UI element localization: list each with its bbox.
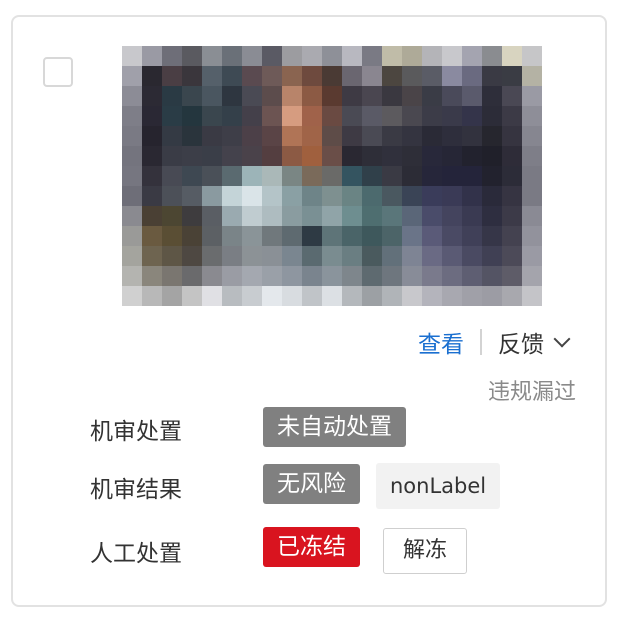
chevron-down-icon — [553, 330, 571, 348]
feedback-dropdown[interactable]: 反馈 — [498, 325, 571, 359]
content-thumbnail[interactable] — [122, 46, 542, 306]
machine-result-label: 机审结果 — [90, 477, 182, 503]
frozen-status-tag: 已冻结 — [263, 527, 360, 567]
machine-disposal-label: 机审处置 — [90, 419, 182, 445]
select-checkbox[interactable] — [43, 57, 73, 87]
machine-label-tag: nonLabel — [376, 463, 501, 509]
card-actions: 查看 反馈 — [418, 325, 571, 359]
manual-disposal-label: 人工处置 — [90, 541, 182, 567]
unfreeze-button[interactable]: 解冻 — [383, 528, 467, 574]
feedback-label: 反馈 — [498, 332, 544, 358]
view-link[interactable]: 查看 — [418, 325, 464, 359]
violation-missed-link[interactable]: 违规漏过 — [488, 374, 576, 406]
machine-result-tag: 无风险 — [263, 464, 360, 504]
divider — [480, 329, 482, 355]
machine-disposal-tag: 未自动处置 — [263, 407, 406, 447]
